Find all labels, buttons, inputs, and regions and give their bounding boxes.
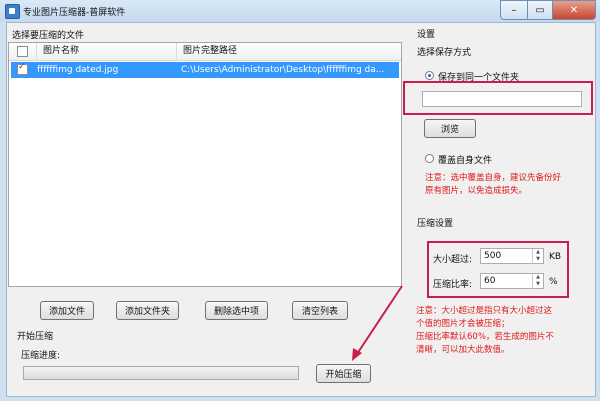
spinner-down-icon[interactable]: ▼ [533, 281, 543, 288]
settings-note-line-3: 压缩比率默认60%，若生成的图片不 [416, 332, 554, 342]
settings-note-line-4: 清晰，可以加大此数值。 [416, 345, 510, 355]
ratio-spinner[interactable]: ▲ ▼ [532, 274, 543, 289]
settings-note-line-1: 注意：大小超过是指只有大小超过这 [416, 306, 553, 316]
size-spinner[interactable]: ▲ ▼ [532, 249, 543, 264]
size-threshold-input[interactable]: 500 ▲ ▼ [480, 248, 544, 264]
app-window: 专业图片压缩器-普屏软件 – ▭ ✕ 选择要压缩的文件 图片名称 图片完整路径 … [0, 0, 600, 401]
overwrite-note-line-1: 注意：选中覆盖自身，建议先备份好 [425, 173, 562, 183]
overwrite-note-line-2: 原有图片，以免造成损失。 [425, 186, 528, 196]
save-mode-label: 选择保存方式 [417, 48, 472, 58]
ratio-input[interactable]: 60 ▲ ▼ [480, 273, 544, 289]
ratio-label: 压缩比率: [433, 280, 473, 290]
save-same-folder-radio[interactable] [425, 71, 434, 80]
overwrite-radio[interactable] [425, 154, 434, 163]
ratio-value: 60 [484, 276, 496, 286]
path-highlight-box [403, 81, 593, 115]
browse-button[interactable]: 浏览 [424, 119, 476, 138]
overwrite-label: 覆盖自身文件 [438, 156, 493, 166]
size-unit: KB [549, 252, 562, 262]
settings-note-line-2: 个值的图片才会被压缩； [416, 319, 510, 329]
spinner-down-icon[interactable]: ▼ [533, 256, 543, 263]
ratio-unit: % [549, 277, 558, 287]
size-label: 大小超过: [433, 255, 473, 265]
size-threshold-value: 500 [484, 251, 502, 261]
spinner-up-icon[interactable]: ▲ [533, 249, 543, 256]
compress-settings-title: 压缩设置 [417, 219, 454, 229]
spinner-up-icon[interactable]: ▲ [533, 274, 543, 281]
settings-title: 设置 [417, 30, 436, 40]
